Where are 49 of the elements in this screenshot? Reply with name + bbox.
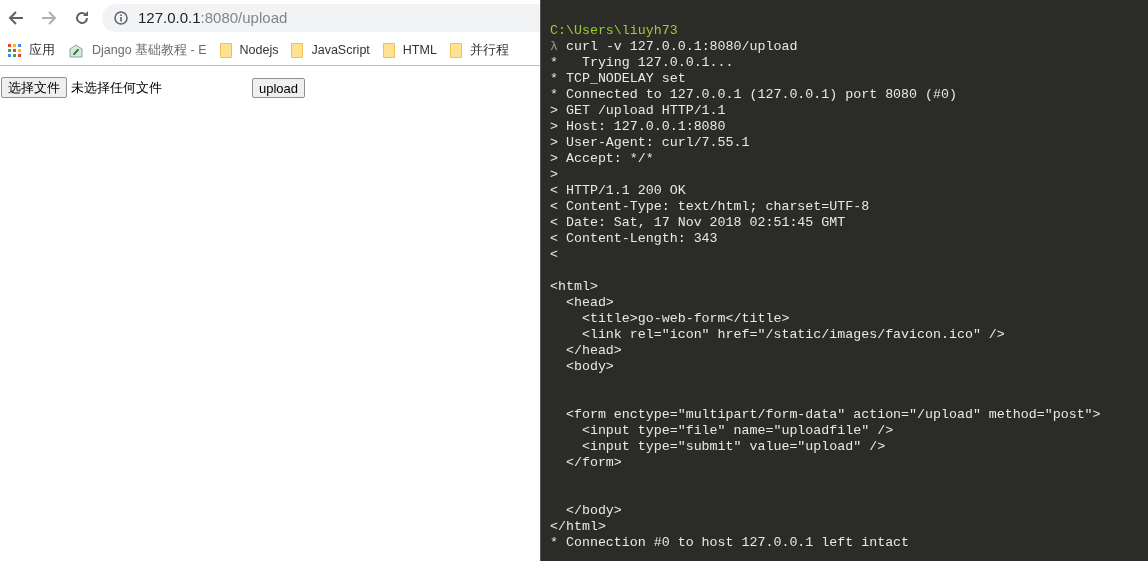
folder-icon bbox=[382, 43, 395, 58]
bookmark[interactable]: JavaScript bbox=[291, 41, 370, 60]
page-favicon-icon bbox=[68, 42, 84, 59]
address-bar[interactable]: 127.0.0.1:8080/upload bbox=[102, 4, 540, 32]
terminal-output: < bbox=[550, 247, 558, 263]
terminal-output: > bbox=[550, 167, 558, 183]
bookmark[interactable]: HTML bbox=[382, 41, 437, 60]
terminal-output: <title>go-web-form</title> bbox=[580, 311, 790, 327]
back-icon[interactable] bbox=[8, 10, 24, 26]
bookmark[interactable]: Nodejs bbox=[219, 41, 279, 60]
apps-grid-icon bbox=[8, 44, 21, 57]
prompt-symbol: λ bbox=[550, 39, 558, 55]
terminal-output: </head> bbox=[564, 343, 622, 359]
url-text: 127.0.0.1:8080/upload bbox=[138, 7, 288, 28]
bookmark[interactable]: Django 基础教程 - E bbox=[68, 41, 207, 60]
terminal-output: > GET /upload HTTP/1.1 bbox=[550, 103, 726, 119]
terminal-output: <html> bbox=[550, 279, 598, 295]
upload-button[interactable]: upload bbox=[252, 77, 306, 98]
terminal-output: < Content-Length: 343 bbox=[550, 231, 718, 247]
bookmark[interactable]: 并行程 bbox=[449, 41, 509, 60]
folder-icon bbox=[219, 43, 232, 58]
terminal-output: <head> bbox=[564, 295, 614, 311]
terminal-output: > Host: 127.0.0.1:8080 bbox=[550, 119, 726, 135]
terminal-output: < Content-Type: text/html; charset=UTF-8 bbox=[550, 199, 870, 215]
terminal-output: < HTTP/1.1 200 OK bbox=[550, 183, 686, 199]
file-status-text: 未选择任何文件 bbox=[71, 78, 162, 97]
info-icon bbox=[114, 11, 128, 25]
terminal-output: </form> bbox=[564, 455, 622, 471]
terminal-output: <input type="file" name="uploadfile" /> bbox=[580, 423, 894, 439]
terminal-output: * Trying 127.0.0.1... bbox=[550, 55, 734, 71]
terminal-output: <input type="submit" value="upload" /> bbox=[580, 439, 886, 455]
bookmark[interactable]: 应用 bbox=[8, 41, 55, 60]
terminal-output: <link rel="icon" href="/static/images/favicon.ico" /> bbox=[580, 327, 1005, 343]
terminal-output: > Accept: */* bbox=[550, 151, 654, 167]
terminal-output: <form enctype="multipart/form-data" action="/upload" method="post"> bbox=[564, 407, 1101, 423]
terminal-output: </html> bbox=[550, 519, 606, 535]
terminal-path: C:\Users\liuyh73 bbox=[550, 23, 678, 39]
folder-icon bbox=[449, 43, 462, 58]
reload-icon[interactable] bbox=[74, 10, 90, 26]
terminal-output: * TCP_NODELAY set bbox=[550, 71, 686, 87]
terminal-output: > User-Agent: curl/7.55.1 bbox=[550, 135, 750, 151]
terminal-output: < Date: Sat, 17 Nov 2018 02:51:45 GMT bbox=[550, 215, 846, 231]
terminal-output: </body> bbox=[564, 503, 622, 519]
terminal-output: * Connection #0 to host 127.0.0.1 left intact bbox=[550, 535, 910, 551]
terminal-command: curl -v 127.0.0.1:8080/upload bbox=[566, 39, 798, 55]
terminal-output: <body> bbox=[564, 359, 614, 375]
terminal-output: * Connected to 127.0.0.1 (127.0.0.1) port 8080 (#0) bbox=[550, 87, 957, 103]
folder-icon bbox=[291, 43, 304, 58]
choose-file-button[interactable]: 选择文件 bbox=[1, 77, 67, 98]
